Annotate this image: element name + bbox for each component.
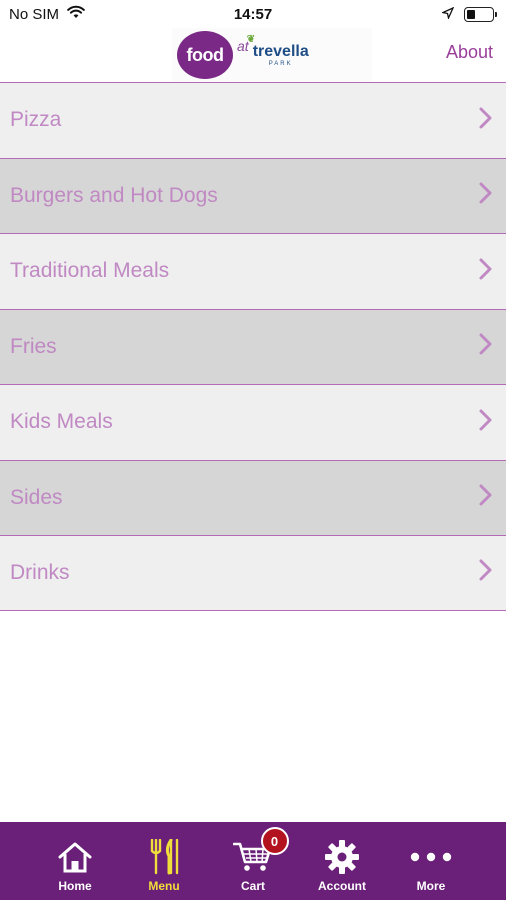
menu-category-item[interactable]: Drinks bbox=[0, 535, 506, 611]
bottom-tab-bar: Home Menu Cart 0 Account More bbox=[0, 822, 506, 900]
menu-category-label: Burgers and Hot Dogs bbox=[10, 183, 218, 207]
tab-home-label: Home bbox=[58, 879, 92, 893]
cutlery-icon bbox=[147, 838, 181, 876]
menu-category-item[interactable]: Sides bbox=[0, 459, 506, 535]
status-left: No SIM bbox=[9, 5, 85, 23]
park-name: ❦ trevella bbox=[247, 34, 309, 61]
cart-count-badge: 0 bbox=[260, 827, 289, 855]
tab-menu[interactable]: Menu bbox=[120, 822, 209, 900]
menu-category-label: Pizza bbox=[10, 108, 62, 132]
wifi-icon bbox=[67, 5, 85, 23]
tab-account[interactable]: Account bbox=[298, 822, 387, 900]
menu-category-item[interactable]: Burgers and Hot Dogs bbox=[0, 157, 506, 233]
menu-category-item[interactable]: Traditional Meals bbox=[0, 233, 506, 309]
menu-category-label: Sides bbox=[10, 485, 63, 509]
trevella-park-logo: ❦ trevella PARK bbox=[247, 34, 309, 67]
app-logo: food at ❦ trevella PARK bbox=[172, 28, 372, 82]
chevron-right-icon bbox=[478, 484, 492, 511]
chevron-right-icon bbox=[478, 107, 492, 134]
menu-category-label: Drinks bbox=[10, 560, 70, 584]
tab-cart-label: Cart bbox=[240, 879, 265, 893]
chevron-right-icon bbox=[478, 333, 492, 360]
more-dots-icon bbox=[410, 838, 452, 876]
status-right bbox=[440, 6, 497, 23]
battery-icon bbox=[464, 6, 497, 22]
menu-category-item[interactable]: Kids Meals bbox=[0, 384, 506, 460]
menu-category-label: Fries bbox=[10, 334, 57, 358]
chevron-right-icon bbox=[478, 182, 492, 209]
tab-menu-label: Menu bbox=[148, 879, 180, 893]
app-header: food at ❦ trevella PARK About bbox=[0, 28, 506, 82]
park-name-text: trevella bbox=[252, 43, 309, 60]
menu-category-item[interactable]: Pizza bbox=[0, 82, 506, 158]
gear-icon bbox=[324, 838, 360, 876]
chevron-right-icon bbox=[478, 258, 492, 285]
tab-more-label: More bbox=[416, 879, 446, 893]
menu-category-item[interactable]: Fries bbox=[0, 308, 506, 384]
tab-account-label: Account bbox=[318, 879, 366, 893]
menu-category-label: Traditional Meals bbox=[10, 259, 170, 283]
tab-cart[interactable]: Cart 0 bbox=[209, 822, 298, 900]
carrier-label: No SIM bbox=[9, 5, 60, 23]
chevron-right-icon bbox=[478, 559, 492, 586]
home-icon bbox=[56, 838, 94, 876]
location-arrow-icon bbox=[440, 6, 455, 23]
battery-level bbox=[467, 9, 476, 19]
food-logo: food bbox=[177, 31, 233, 79]
app-screen: No SIM 14:57 food at ❦ trevella PARK Abo… bbox=[0, 0, 506, 900]
about-link[interactable]: About bbox=[446, 42, 493, 63]
leaf-icon: ❦ bbox=[246, 34, 256, 45]
menu-category-list: Pizza Burgers and Hot Dogs Traditional Mea… bbox=[0, 82, 506, 611]
park-sub-text: PARK bbox=[268, 61, 293, 67]
menu-category-label: Kids Meals bbox=[10, 410, 113, 434]
tab-more[interactable]: More bbox=[387, 822, 476, 900]
status-bar: No SIM 14:57 bbox=[0, 0, 506, 28]
tab-home[interactable]: Home bbox=[31, 822, 120, 900]
chevron-right-icon bbox=[478, 409, 492, 436]
